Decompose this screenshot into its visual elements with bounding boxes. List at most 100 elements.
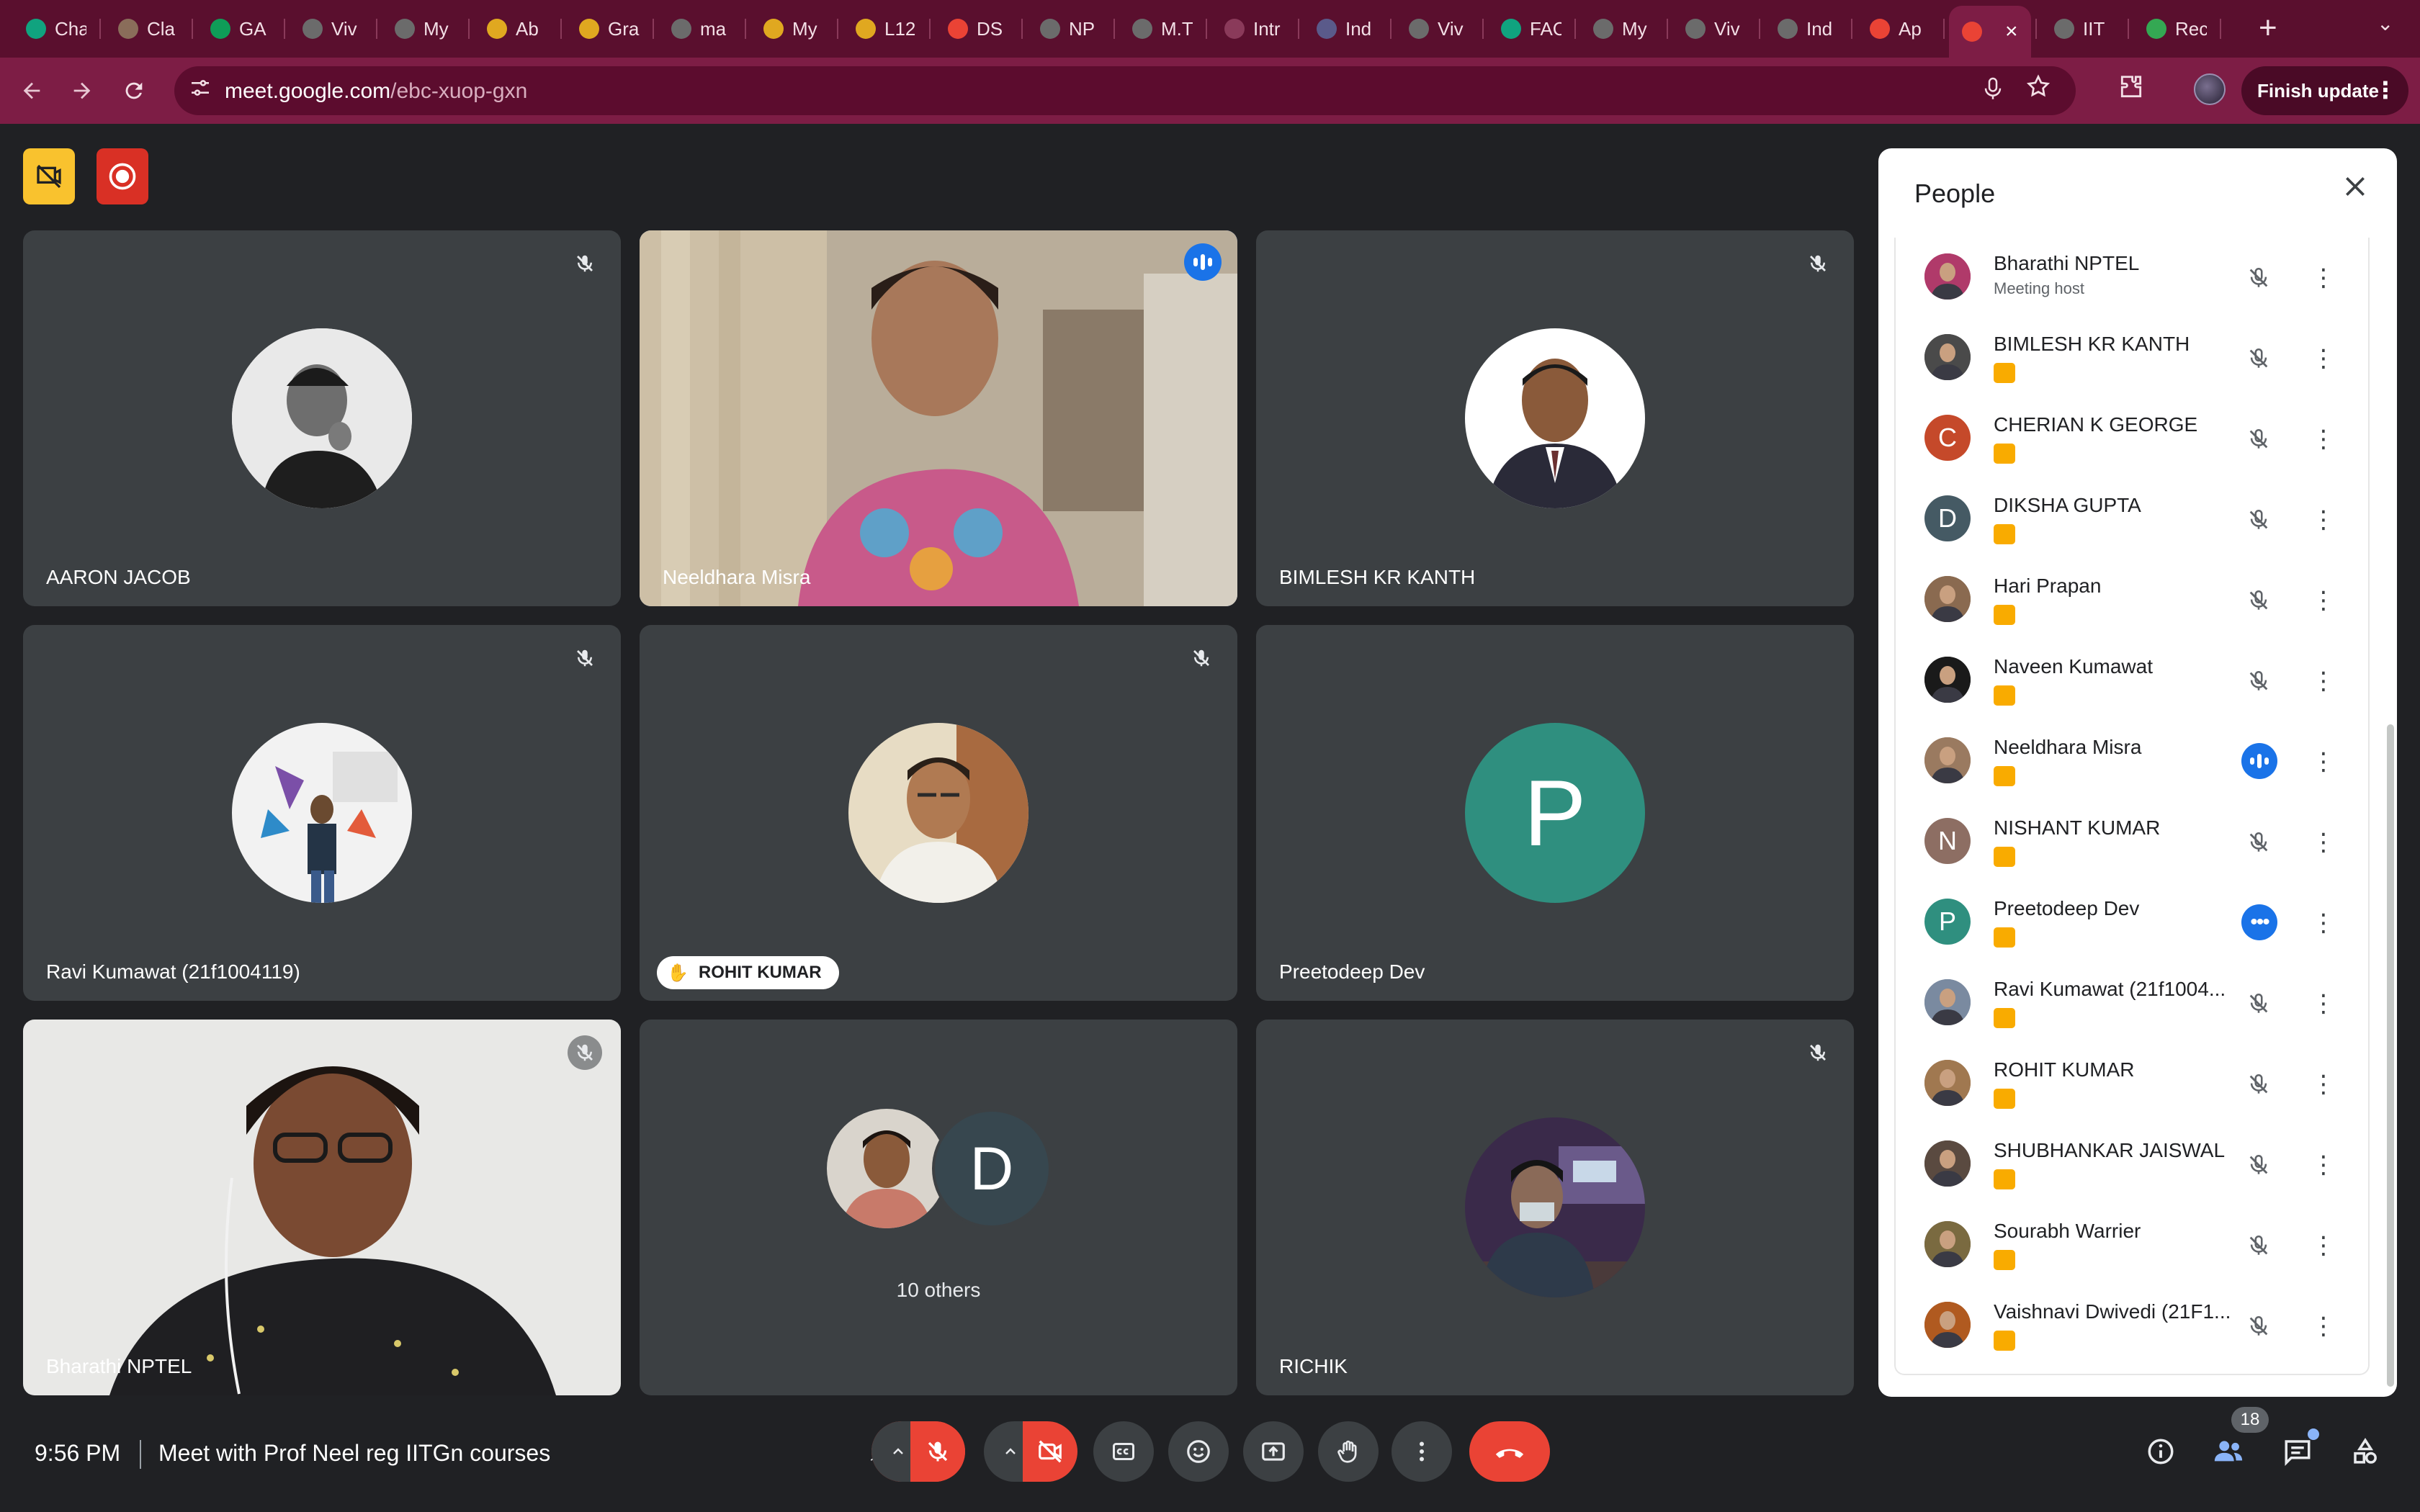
recording-badge[interactable]	[97, 148, 148, 204]
finish-update-button[interactable]: Finish update ⋮	[2241, 66, 2408, 115]
participant-tile[interactable]: Ravi Kumawat (21f1004119)	[23, 625, 621, 1001]
participant-row[interactable]: SHUBHANKAR JAISWAL ⋮	[1896, 1125, 2371, 1205]
more-vert-icon[interactable]: ⋮	[2311, 1068, 2336, 1100]
more-vert-icon[interactable]: ⋮	[2311, 827, 2336, 858]
more-vert-icon[interactable]: ⋮	[2311, 423, 2336, 455]
close-icon[interactable]	[2341, 170, 2370, 210]
participant-row[interactable]: Naveen Kumawat ⋮	[1896, 641, 2371, 721]
tab-search-chevron-icon[interactable]: ⌄	[2377, 12, 2393, 35]
browser-tab[interactable]: Ap	[1870, 12, 1930, 46]
voice-search-icon[interactable]	[1982, 76, 2004, 108]
new-tab-button[interactable]: +	[2259, 10, 2277, 46]
browser-tab[interactable]: DS	[948, 12, 1008, 46]
more-vert-icon[interactable]: ⋮	[2311, 343, 2336, 374]
leave-call-button[interactable]	[1469, 1421, 1550, 1482]
raise-hand-button[interactable]	[1318, 1421, 1379, 1482]
browser-tab[interactable]: My	[395, 12, 455, 46]
browser-tab[interactable]: L12	[856, 12, 916, 46]
participant-row[interactable]: Sourabh Warrier ⋮	[1896, 1205, 2371, 1286]
browser-tab[interactable]: Viv	[1409, 12, 1469, 46]
more-vert-icon[interactable]: ⋮	[2311, 504, 2336, 536]
participant-tile[interactable]: P Preetodeep Dev	[1256, 625, 1854, 1001]
participant-row[interactable]: ROHIT KUMAR ⋮	[1896, 1044, 2371, 1125]
more-vert-icon[interactable]: ⋮	[2311, 1230, 2336, 1261]
mic-off-icon[interactable]	[2240, 340, 2277, 377]
mic-off-icon[interactable]	[2240, 501, 2277, 539]
participant-tile-active-speaker[interactable]: Neeldhara Misra	[640, 230, 1237, 606]
mic-off-icon[interactable]	[2240, 1066, 2277, 1103]
present-screen-button[interactable]	[1243, 1421, 1304, 1482]
captions-button[interactable]	[1093, 1421, 1154, 1482]
participant-row[interactable]: N NISHANT KUMAR ⋮	[1896, 802, 2371, 883]
more-vert-icon[interactable]: ⋮	[2311, 665, 2336, 697]
more-vert-icon[interactable]: ⋮	[2311, 746, 2336, 778]
more-vert-icon[interactable]: ⋮	[2311, 262, 2336, 294]
participant-tile[interactable]: BIMLESH KR KANTH	[1256, 230, 1854, 606]
chat-button[interactable]	[2267, 1421, 2328, 1482]
close-tab-icon[interactable]: ×	[2005, 19, 2018, 44]
mic-off-icon[interactable]	[2240, 1146, 2277, 1184]
participant-row[interactable]: Hari Prapan ⋮	[1896, 560, 2371, 641]
browser-tab[interactable]: ma	[671, 12, 732, 46]
browser-tab[interactable]: NP	[1040, 12, 1101, 46]
browser-tab[interactable]: My	[763, 12, 824, 46]
browser-tab[interactable]: Rec	[2146, 12, 2207, 46]
participant-row[interactable]: BIMLESH KR KANTH ⋮	[1896, 318, 2371, 399]
more-options-button[interactable]	[1392, 1421, 1452, 1482]
browser-tab[interactable]: IIT	[2054, 12, 2115, 46]
more-vert-icon[interactable]: ⋮	[2311, 988, 2336, 1020]
participant-row[interactable]: Vaishnavi Dwivedi (21F1... ⋮	[1896, 1286, 2371, 1367]
participant-tile[interactable]: AARON JACOB	[23, 230, 621, 606]
mic-off-icon[interactable]	[2240, 662, 2277, 700]
participant-row[interactable]: D DIKSHA GUPTA ⋮	[1896, 480, 2371, 560]
more-vert-icon[interactable]: ⋮	[2311, 585, 2336, 616]
more-vert-icon[interactable]: ⋮	[2311, 1149, 2336, 1181]
mic-off-icon[interactable]	[2240, 1227, 2277, 1264]
browser-tab[interactable]: M.T	[1132, 12, 1193, 46]
mic-off-icon[interactable]	[2240, 1308, 2277, 1345]
others-tile[interactable]: D 10 others	[640, 1020, 1237, 1395]
browser-tab[interactable]: Cha	[26, 12, 86, 46]
browser-tab[interactable]: Ind	[1317, 12, 1377, 46]
site-info-icon[interactable]	[186, 76, 215, 105]
participant-row[interactable]: Bharathi NPTEL Meeting host ⋮	[1896, 238, 2371, 318]
mic-off-icon[interactable]	[2240, 259, 2277, 297]
participant-tile[interactable]: RICHIK	[1256, 1020, 1854, 1395]
profile-avatar[interactable]	[2194, 73, 2226, 105]
audio-activity-icon[interactable]: •••	[2241, 904, 2277, 940]
reactions-button[interactable]	[1168, 1421, 1229, 1482]
browser-tab[interactable]: ×	[1949, 6, 2031, 58]
browser-tab[interactable]: Gra	[579, 12, 640, 46]
more-vert-icon[interactable]: ⋮	[2311, 1310, 2336, 1342]
browser-tab[interactable]: Viv	[1685, 12, 1746, 46]
participant-row[interactable]: C CHERIAN K GEORGE ⋮	[1896, 399, 2371, 480]
speaking-indicator-icon[interactable]	[2241, 743, 2277, 779]
mic-off-icon[interactable]	[2240, 420, 2277, 458]
mic-off-icon[interactable]	[2240, 582, 2277, 619]
browser-tab[interactable]: Cla	[118, 12, 179, 46]
browser-tab[interactable]: Intr	[1224, 12, 1285, 46]
participant-row[interactable]: Neeldhara Misra ⋮	[1896, 721, 2371, 802]
reload-button[interactable]	[115, 72, 153, 109]
browser-tab[interactable]: My	[1593, 12, 1654, 46]
participant-tile[interactable]: Bharathi NPTEL	[23, 1020, 621, 1395]
browser-tab[interactable]: Ab	[487, 12, 547, 46]
back-button[interactable]	[13, 72, 50, 109]
scrollbar[interactable]	[2387, 724, 2394, 1387]
bookmark-star-icon[interactable]	[2025, 73, 2051, 107]
browser-tab[interactable]: Ind	[1778, 12, 1838, 46]
browser-tab[interactable]: Viv	[302, 12, 363, 46]
more-vert-icon[interactable]: ⋮	[2311, 907, 2336, 939]
extensions-puzzle-icon[interactable]	[2118, 73, 2145, 108]
participant-row[interactable]: Ravi Kumawat (21f1004... ⋮	[1896, 963, 2371, 1044]
forward-button[interactable]	[63, 72, 101, 109]
mic-off-icon[interactable]	[2240, 985, 2277, 1022]
participant-tile[interactable]: ✋ ROHIT KUMAR	[640, 625, 1237, 1001]
browser-tab[interactable]: FAC	[1501, 12, 1561, 46]
participant-row[interactable]: P Preetodeep Dev ••• ⋮	[1896, 883, 2371, 963]
address-bar[interactable]: meet.google.com/ebc-xuop-gxn	[174, 66, 2076, 115]
activities-button[interactable]	[2335, 1421, 2396, 1482]
browser-tab[interactable]: GA	[210, 12, 271, 46]
host-controls-badge[interactable]	[23, 148, 75, 204]
meeting-details-button[interactable]	[2130, 1421, 2191, 1482]
